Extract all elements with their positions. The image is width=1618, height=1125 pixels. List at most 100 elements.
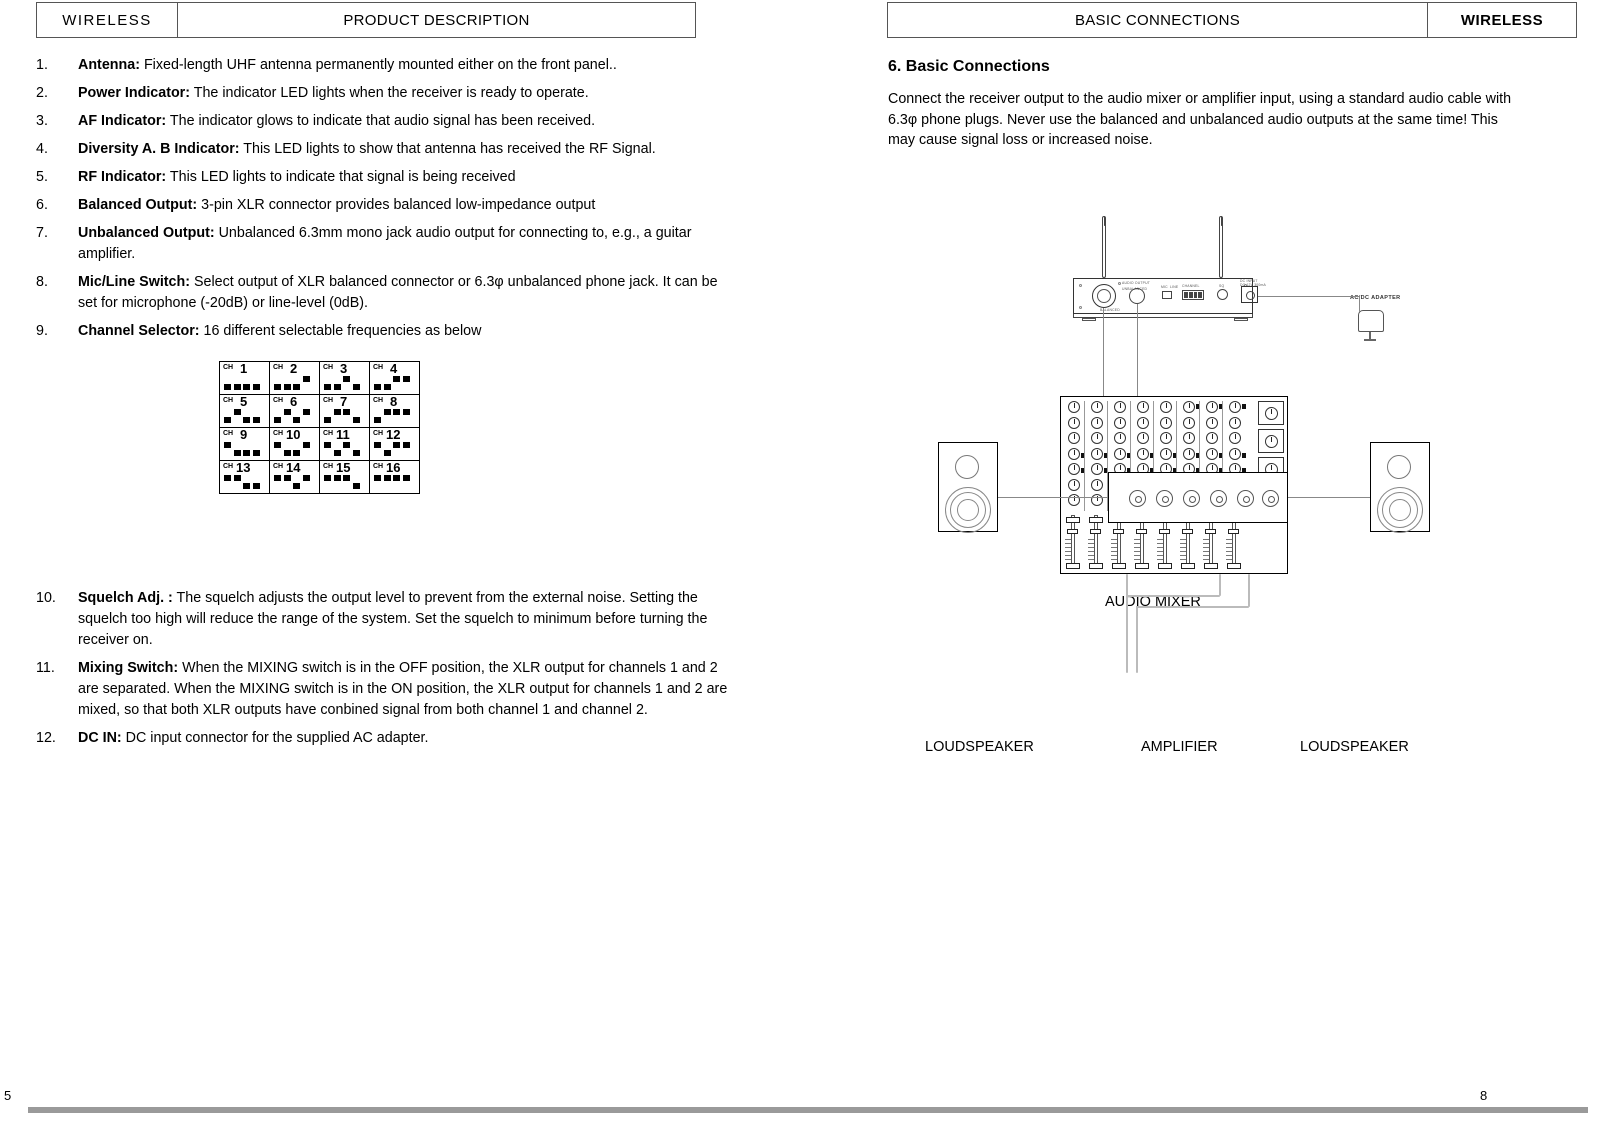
dip-switch-icon <box>243 384 250 390</box>
list-item-desc: This LED lights to show that antenna has… <box>243 141 656 158</box>
dip-switch-icon <box>324 442 331 448</box>
product-description-list: 1. Antenna: Fixed-length UHF antenna perm… <box>30 55 730 349</box>
dip-switch-icon <box>343 442 350 448</box>
mixer-fader-knob[interactable] <box>1067 529 1078 534</box>
mixer-fader-tick <box>1180 551 1186 552</box>
mixer-fader-knob[interactable] <box>1182 529 1193 534</box>
channel-cell[interactable]: CH 12 <box>369 427 420 461</box>
dip-switch-icon <box>393 409 400 415</box>
channel-prefix-label: CH <box>373 430 384 437</box>
dip-switch-icon <box>402 376 410 382</box>
mixer-fader-base <box>1089 563 1103 569</box>
channel-number-label: 8 <box>390 394 398 409</box>
basic-connections-diagram: AUDIO OUTPUT UNBALANCED BALANCED MIC LIN… <box>830 200 1618 780</box>
dip-switch-group <box>224 442 266 458</box>
wire-jack-to-mixer <box>1137 304 1138 396</box>
channel-cell[interactable]: CH 6 <box>269 394 320 428</box>
channel-cell[interactable]: CH 10 <box>269 427 320 461</box>
mixer-fader-tick <box>1226 543 1232 544</box>
channel-cell[interactable]: CH 2 <box>269 361 320 395</box>
dip-switch-icon <box>402 409 410 415</box>
list-item: 10. Squelch Adj. : The squelch adjusts th… <box>30 588 730 651</box>
channel-prefix-label: CH <box>273 463 284 470</box>
amp-jack-icon <box>1129 490 1146 507</box>
mixer-fader-tick <box>1226 551 1232 552</box>
dip-switch-icon <box>402 442 410 448</box>
intro-paragraph: Connect the receiver output to the audio… <box>888 91 1512 149</box>
dip-switch-icon <box>224 384 231 390</box>
dip-switch-group <box>374 376 416 392</box>
dip-switch-icon <box>293 384 300 390</box>
channel-cell[interactable]: CH 4 <box>369 361 420 395</box>
dip-switch-icon <box>233 475 241 481</box>
dip-switch-group <box>274 376 316 392</box>
channel-number-label: 5 <box>240 394 248 409</box>
list-item: 7. Unbalanced Output: Unbalanced 6.3mm mo… <box>30 223 730 265</box>
mixer-fader-knob[interactable] <box>1159 529 1170 534</box>
dip-switch-icon <box>374 417 381 423</box>
channel-cell[interactable]: CH 9 <box>219 427 270 461</box>
dip-switch-icon <box>224 417 231 423</box>
channel-prefix-label: CH <box>323 463 334 470</box>
dip-switch-icon <box>352 384 360 390</box>
channel-cell[interactable]: CH 5 <box>219 394 270 428</box>
channel-prefix-label: CH <box>273 430 284 437</box>
channel-cell[interactable]: CH 7 <box>319 394 370 428</box>
list-item-desc: The indicator LED lights when the receiv… <box>193 85 589 102</box>
channel-cell[interactable]: CH 1 <box>219 361 270 395</box>
mixer-knob-icon <box>1137 447 1149 460</box>
mixer-knob-icon <box>1160 401 1172 413</box>
channel-cell[interactable]: CH 11 <box>319 427 370 461</box>
dip-switch-icon <box>274 442 281 448</box>
mixer-knob-icon <box>1091 463 1103 475</box>
mixer-fader-tick <box>1111 555 1117 556</box>
dip-switch-icon <box>393 376 400 382</box>
channel-cell[interactable]: CH 16 <box>369 460 420 494</box>
mixer-knob-icon <box>1091 401 1103 413</box>
mixer-fader-tick <box>1226 547 1232 548</box>
channel-cell[interactable]: CH 8 <box>369 394 420 428</box>
channel-cell[interactable]: CH 14 <box>269 460 320 494</box>
mixer-fader-tick <box>1203 551 1209 552</box>
list-item-term: Balanced Output: <box>78 197 198 214</box>
mixer-knob-icon <box>1068 447 1080 460</box>
page-number-left: 5 <box>4 1088 12 1103</box>
channel-prefix-label: CH <box>273 364 284 371</box>
woofer-cone-icon <box>1389 499 1411 521</box>
mixer-fader-cap[interactable] <box>1089 517 1103 523</box>
mixer-fader-knob[interactable] <box>1205 529 1216 534</box>
mixer-fader-tick <box>1111 539 1117 540</box>
mixer-fader-tick <box>1088 555 1094 556</box>
amp-jack-icon <box>1237 490 1254 507</box>
dip-switch-icon <box>293 417 300 423</box>
mixer-fader-cap[interactable] <box>1066 517 1080 523</box>
channel-number-label: 13 <box>236 460 251 475</box>
unbalanced-jack-icon <box>1129 288 1145 304</box>
channel-cell[interactable]: CH 15 <box>319 460 370 494</box>
dip-switch-icon <box>274 384 281 390</box>
channel-cell[interactable]: CH 13 <box>219 460 270 494</box>
mixer-fader-tick <box>1157 555 1163 556</box>
mixer-fader-knob[interactable] <box>1136 529 1147 534</box>
dip-switch-icon <box>233 384 241 390</box>
mixer-fader-tick <box>1157 551 1163 552</box>
mixer-fader-knob[interactable] <box>1113 529 1124 534</box>
channel-cell[interactable]: CH 3 <box>319 361 370 395</box>
list-item-number: 3. <box>36 113 48 130</box>
receiver-foot-left <box>1082 318 1096 321</box>
mic-line-switch-icon <box>1162 291 1172 299</box>
mixer-fader-knob[interactable] <box>1228 529 1239 534</box>
channel-number-label: 15 <box>336 460 351 475</box>
product-description-list-continued: 10. Squelch Adj. : The squelch adjusts th… <box>30 588 730 756</box>
mixer-fader-knob[interactable] <box>1090 529 1101 534</box>
mixer-fader-tick <box>1180 547 1186 548</box>
mixer-knob-icon <box>1229 401 1241 413</box>
channel-number-label: 14 <box>286 460 301 475</box>
dip-switch-icon <box>393 475 400 481</box>
mixer-mini-button-icon <box>1242 452 1246 458</box>
mixer-fader-base <box>1066 563 1080 569</box>
dip-switch-icon <box>252 450 260 456</box>
mixer-knob-icon <box>1137 416 1149 429</box>
list-item-number: 5. <box>36 169 48 186</box>
channel-prefix-label: CH <box>323 430 334 437</box>
